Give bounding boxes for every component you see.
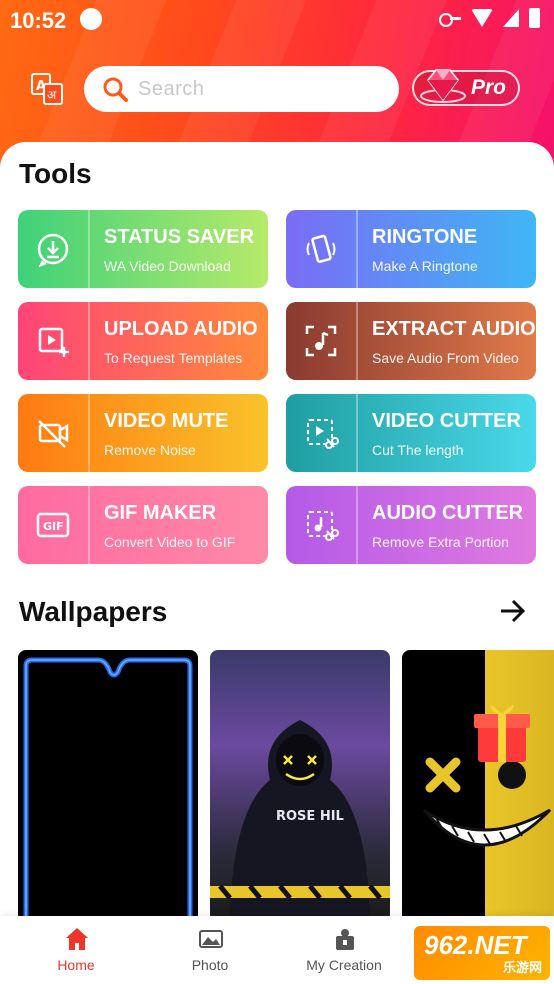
gem-icon xyxy=(420,69,466,103)
ringtone-card[interactable]: RINGTONE Make A Ringtone xyxy=(286,210,536,288)
site-watermark: 962.NET 乐游网 xyxy=(414,926,550,980)
see-all-wallpapers-button[interactable] xyxy=(498,596,528,626)
tool-title: RINGTONE xyxy=(372,226,478,248)
status-icons xyxy=(439,8,540,28)
tool-subtitle: Convert Video to GIF xyxy=(104,534,236,550)
card-divider xyxy=(356,210,358,288)
smiley-gift-image xyxy=(422,704,552,847)
tool-subtitle: WA Video Download xyxy=(104,258,231,274)
video-cutter-card[interactable]: VIDEO CUTTER Cut The length xyxy=(286,394,536,472)
extract-music-icon xyxy=(286,302,356,380)
translate-button[interactable]: A अ xyxy=(30,72,64,106)
card-divider xyxy=(356,394,358,472)
tool-title: UPLOAD AUDIO xyxy=(104,318,258,340)
tool-subtitle: To Request Templates xyxy=(104,350,243,366)
smiley-gift-wallpaper[interactable] xyxy=(402,650,554,922)
hooded-figure-image: ROSE HIL xyxy=(210,720,390,922)
status-time: 10:52 xyxy=(10,8,67,33)
photo-icon xyxy=(199,930,223,948)
card-divider xyxy=(88,302,90,380)
tool-title: STATUS SAVER xyxy=(104,226,255,248)
ringing-phone-icon xyxy=(286,210,356,288)
status-bar: 10:52 xyxy=(0,0,554,40)
tools-title: Tools xyxy=(19,158,92,189)
arrow-right-icon xyxy=(501,599,526,623)
search-icon xyxy=(103,77,128,102)
battery-icon xyxy=(529,8,540,28)
card-divider xyxy=(356,486,358,564)
hooded-figure-wallpaper[interactable]: ROSE HIL xyxy=(210,650,390,922)
audio-cutter-card[interactable]: AUDIO CUTTER Remove Extra Portion xyxy=(286,486,536,564)
tool-subtitle: Save Audio From Video xyxy=(372,350,519,366)
svg-text:अ: अ xyxy=(47,88,57,102)
nav-label: Photo xyxy=(191,957,229,973)
nav-label: My Creation xyxy=(306,957,382,973)
status-saver-card[interactable]: STATUS SAVER WA Video Download xyxy=(18,210,268,288)
tool-title: GIF MAKER xyxy=(104,502,217,524)
tool-title: EXTRACT AUDIO xyxy=(372,318,536,340)
video-off-icon xyxy=(18,394,88,472)
tool-subtitle: Remove Noise xyxy=(104,442,196,458)
translate-icon: A अ xyxy=(31,73,63,105)
tool-title: AUDIO CUTTER xyxy=(372,502,524,524)
nav-home[interactable]: Home xyxy=(16,916,136,984)
wifi-icon xyxy=(471,9,493,27)
wallpapers-title: Wallpapers xyxy=(19,596,168,627)
signal-icon xyxy=(503,9,519,27)
audio-cut-icon xyxy=(286,486,356,564)
tool-subtitle: Make A Ringtone xyxy=(372,258,478,274)
card-divider xyxy=(88,394,90,472)
card-divider xyxy=(88,486,90,564)
neon-frame-image xyxy=(23,657,193,922)
neon-frame-wallpaper[interactable] xyxy=(18,650,198,922)
extract-audio-card[interactable]: EXTRACT AUDIO Save Audio From Video xyxy=(286,302,536,380)
nav-photo[interactable]: Photo xyxy=(150,916,270,984)
upload-media-icon xyxy=(18,302,88,380)
download-status-icon xyxy=(18,210,88,288)
main-content: Tools STATUS SAVER WA Video Download RIN… xyxy=(0,142,554,984)
card-divider xyxy=(88,210,90,288)
tool-title: VIDEO MUTE xyxy=(104,410,229,432)
video-mute-card[interactable]: VIDEO MUTE Remove Noise xyxy=(18,394,268,472)
nav-label: Home xyxy=(57,957,95,973)
gif-icon: GIF xyxy=(18,486,88,564)
nav-my-creation[interactable]: My Creation xyxy=(284,916,404,984)
hoodie-text: ROSE HIL xyxy=(276,809,344,824)
search-input[interactable]: Search xyxy=(84,66,399,112)
pro-label: Pro xyxy=(470,76,506,99)
svg-text:GIF: GIF xyxy=(43,520,64,533)
watermark-sub: 乐游网 xyxy=(502,960,542,975)
tool-title: VIDEO CUTTER xyxy=(372,410,521,432)
video-cut-icon xyxy=(286,394,356,472)
home-icon xyxy=(66,928,88,950)
vpn-key-icon xyxy=(439,11,461,27)
gif-maker-card[interactable]: GIF GIF MAKER Convert Video to GIF xyxy=(18,486,268,564)
search-placeholder: Search xyxy=(138,77,205,100)
tool-subtitle: Remove Extra Portion xyxy=(372,534,509,550)
watermark-text: 962.NET xyxy=(424,930,527,960)
pro-button[interactable]: Pro xyxy=(412,69,520,106)
upload-audio-card[interactable]: UPLOAD AUDIO To Request Templates xyxy=(18,302,268,380)
tool-subtitle: Cut The length xyxy=(372,442,464,458)
creation-icon xyxy=(336,929,354,950)
notification-dot-icon xyxy=(80,8,102,30)
card-divider xyxy=(356,302,358,380)
